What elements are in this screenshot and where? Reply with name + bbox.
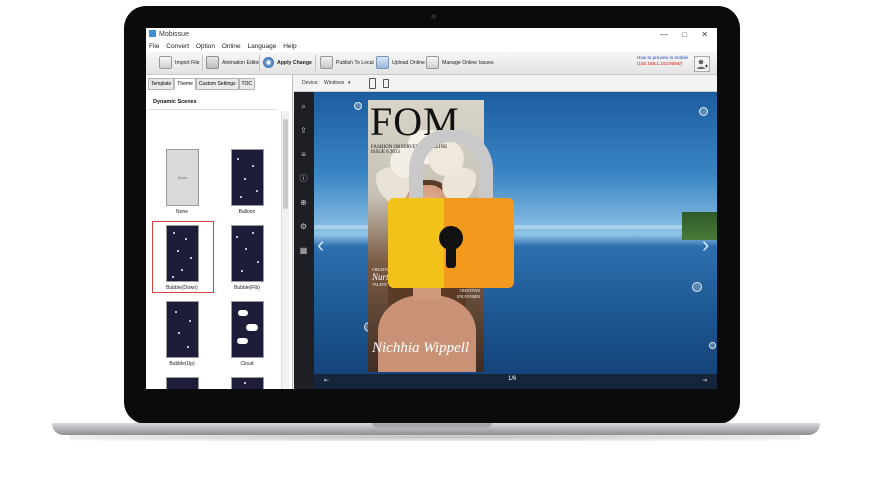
scene-label: Bubble(Flb) bbox=[234, 285, 260, 291]
device-bar: Device: Windows ▾ bbox=[294, 75, 717, 92]
first-page-icon[interactable]: ⇤ bbox=[324, 377, 329, 384]
scene-thumb-cloud[interactable] bbox=[231, 301, 264, 358]
publish-to-local-button[interactable]: Publish To Local bbox=[320, 55, 374, 71]
user-button[interactable] bbox=[694, 56, 710, 72]
phone-landscape-icon[interactable] bbox=[369, 78, 376, 89]
menu-file[interactable]: File bbox=[149, 43, 159, 50]
menu-online[interactable]: Online bbox=[222, 43, 241, 50]
menu-convert[interactable]: Convert bbox=[166, 43, 189, 50]
manage-online-issues-button[interactable]: Manage Online Issues bbox=[426, 55, 494, 71]
toolbar-separator bbox=[202, 55, 203, 71]
toolbar: Import File Animation Editor Apply Chang… bbox=[146, 52, 717, 75]
animation-icon bbox=[206, 56, 219, 70]
scene-thumb-7[interactable] bbox=[166, 377, 199, 389]
menu-help[interactable]: Help bbox=[283, 43, 296, 50]
mobile-ip: (192.168.1.102:9094/) bbox=[637, 61, 683, 66]
scrollbar-thumb[interactable] bbox=[283, 119, 288, 209]
scene-label: Cloud bbox=[240, 361, 254, 367]
bubble bbox=[699, 107, 708, 116]
apply-change-button[interactable]: Apply Change bbox=[263, 55, 312, 71]
scene-thumb-bubble-up[interactable] bbox=[166, 301, 199, 358]
import-file-button[interactable]: Import File bbox=[159, 55, 200, 71]
toolbar-separator bbox=[315, 55, 316, 71]
laptop-notch bbox=[372, 423, 492, 428]
scene-grid: None None Balloon Bubble(Down) Bubble(Fl… bbox=[146, 75, 292, 389]
scene-label: None bbox=[176, 209, 188, 215]
bubble bbox=[354, 102, 362, 110]
upload-icon bbox=[376, 56, 389, 70]
share-icon[interactable]: ⇪ bbox=[299, 126, 308, 135]
viewer-sidebar: ⌕ ⇪ ≡ ⓘ ⊕ ⚙ ▦ bbox=[294, 92, 314, 389]
title-bar: Mobissue — □ ✕ bbox=[146, 28, 717, 41]
cog-icon[interactable]: ⚙ bbox=[299, 222, 308, 231]
shoreline-trees bbox=[682, 212, 717, 240]
menu-bar: File Convert Option Online Language Help bbox=[146, 41, 717, 52]
scene-label: Balloon bbox=[238, 209, 256, 215]
prev-page-arrow[interactable]: ‹ bbox=[317, 232, 324, 258]
zoom-in-icon[interactable]: ⊕ bbox=[299, 198, 308, 207]
apply-icon bbox=[263, 57, 274, 69]
scene-thumb-none[interactable]: None bbox=[166, 149, 199, 206]
bubble bbox=[709, 342, 716, 349]
menu-language[interactable]: Language bbox=[247, 43, 276, 50]
page-indicator: 1/6 bbox=[508, 376, 517, 382]
mobile-preview-info[interactable]: How to preview in mobile (192.168.1.102:… bbox=[637, 55, 688, 67]
grid-icon[interactable]: ▦ bbox=[299, 246, 308, 255]
user-icon bbox=[697, 59, 708, 69]
info-icon[interactable]: ⓘ bbox=[299, 174, 308, 183]
bubble bbox=[692, 282, 702, 292]
manage-icon bbox=[426, 56, 439, 70]
upload-online-button[interactable]: Upload Online bbox=[376, 55, 425, 71]
publish-icon bbox=[320, 56, 333, 70]
cover-signature: Nichhia Wippell bbox=[372, 340, 470, 356]
cover-model-shoulders bbox=[378, 295, 476, 372]
lock-icon bbox=[388, 130, 514, 288]
last-page-icon[interactable]: ⇥ bbox=[702, 377, 707, 384]
chevron-down-icon[interactable]: ▾ bbox=[348, 75, 351, 91]
toolbar-separator bbox=[259, 55, 260, 71]
scene-thumb-8[interactable] bbox=[231, 377, 264, 389]
animation-editor-button[interactable]: Animation Editor bbox=[206, 55, 260, 71]
window-title: Mobissue bbox=[159, 31, 189, 38]
webcam bbox=[431, 14, 436, 19]
page-bar: ⇤ 1/6 ⇥ bbox=[314, 374, 717, 389]
menu-option[interactable]: Option bbox=[196, 43, 215, 50]
window-controls[interactable]: — □ ✕ bbox=[660, 28, 714, 41]
scene-label: Bubble(Down) bbox=[166, 285, 198, 291]
scene-thumb-balloon[interactable] bbox=[231, 149, 264, 206]
settings-panel: Template Theme Custom Settings TOC Dynamic … bbox=[146, 75, 293, 389]
menu-icon[interactable]: ≡ bbox=[299, 150, 308, 159]
phone-portrait-icon[interactable] bbox=[383, 79, 389, 88]
panel-scrollbar[interactable] bbox=[281, 111, 289, 389]
scene-thumb-bubble-flb[interactable] bbox=[231, 225, 264, 282]
scene-label: Bubble(Up) bbox=[169, 361, 195, 367]
app-icon bbox=[149, 30, 156, 37]
scene-thumb-bubble-down[interactable] bbox=[166, 225, 199, 282]
next-page-arrow[interactable]: › bbox=[702, 232, 709, 258]
search-icon[interactable]: ⌕ bbox=[299, 102, 308, 111]
import-icon bbox=[159, 56, 172, 70]
device-label: Device: bbox=[302, 80, 319, 86]
